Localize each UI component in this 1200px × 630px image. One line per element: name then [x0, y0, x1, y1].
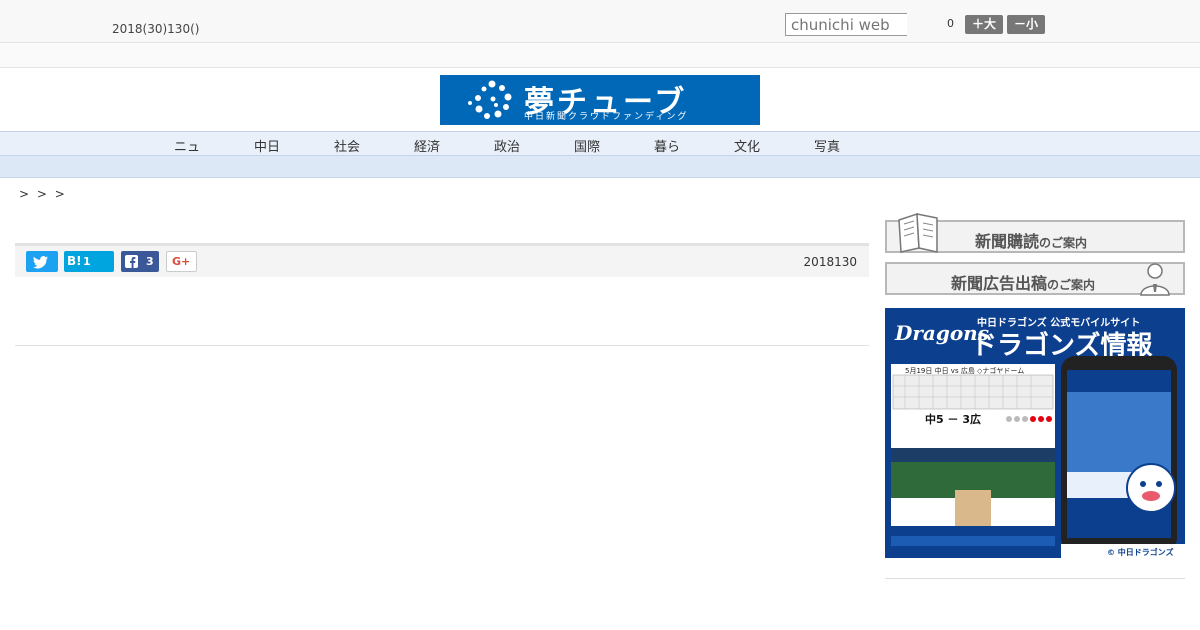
google-plus-share-button[interactable]: G+ — [166, 251, 197, 272]
twitter-icon — [33, 256, 48, 269]
search-input[interactable] — [785, 13, 907, 36]
dragons-copyright: © 中日ドラゴンズ — [1107, 547, 1174, 557]
current-date: 2018(30)130() — [112, 22, 200, 36]
newspaper-icon — [898, 212, 938, 253]
nav-item[interactable]: 中日 — [247, 136, 287, 155]
game-score: 中5 － 3広 — [925, 412, 981, 426]
font-size-decrease-button[interactable]: －小 — [1007, 15, 1045, 34]
dots-logo-icon — [468, 80, 512, 119]
share-bar: B! 1 3 G+ 2018130 — [15, 243, 869, 277]
subscription-guide-button[interactable]: 新聞購読のご案内 — [885, 212, 1185, 253]
game-info: 5月19日 中日 vs 広島 ◇ナゴヤドーム — [905, 366, 1024, 375]
dragons-ad-graphic: Dragons 中日ドラゴンズ 公式モバイルサイト ドラゴンズ情報 5月19日 … — [885, 308, 1185, 558]
top-utility-bar: 2018(30)130() 0 ＋大 －小 — [0, 0, 1200, 43]
advertising-guide-button[interactable]: 新聞広告出稿のご案内 — [885, 262, 1185, 296]
nav-item[interactable]: ニュ — [167, 136, 207, 155]
content-divider — [15, 345, 869, 346]
nav-item[interactable]: 暮ら — [647, 136, 687, 155]
hatena-label: B! — [67, 254, 82, 268]
nav-item[interactable]: 社会 — [327, 136, 367, 155]
google-plus-icon: G+ — [172, 255, 191, 268]
font-size-increase-button[interactable]: ＋大 — [965, 15, 1003, 34]
publish-date: 2018130 — [803, 255, 857, 269]
twitter-share-button[interactable] — [26, 251, 58, 272]
nav-item[interactable]: 経済 — [407, 136, 447, 155]
nav-item[interactable]: 国際 — [567, 136, 607, 155]
font-size-count: 0 — [947, 17, 954, 30]
facebook-icon — [125, 255, 138, 268]
subscription-label: 新聞購読のご案内 — [975, 232, 1088, 251]
header-strip — [0, 43, 1200, 68]
nav-item[interactable]: 政治 — [487, 136, 527, 155]
facebook-share-button[interactable]: 3 — [121, 251, 159, 272]
nav-item[interactable]: 文化 — [727, 136, 767, 155]
breadcrumb: > > > — [19, 187, 67, 201]
hatena-bookmark-button[interactable]: B! 1 — [64, 251, 114, 272]
hatena-count: 1 — [83, 255, 91, 268]
dragons-mobile-site-ad[interactable]: Dragons 中日ドラゴンズ 公式モバイルサイト ドラゴンズ情報 5月19日 … — [885, 308, 1185, 558]
nav-item[interactable]: 写真 — [807, 136, 847, 155]
facebook-count: 3 — [146, 255, 154, 268]
advertising-label: 新聞広告出稿のご案内 — [951, 274, 1096, 293]
yume-tube-banner[interactable]: 夢チューブ 中日新聞クラウドファンディング — [440, 75, 760, 125]
sidebar-divider — [885, 578, 1185, 579]
banner-subtitle: 中日新聞クラウドファンディング — [524, 112, 689, 122]
sub-nav — [0, 156, 1200, 178]
main-nav: ニュ 中日 社会 経済 政治 国際 暮ら 文化 写真 — [0, 131, 1200, 156]
dragons-caption: 中日ドラゴンズ 公式モバイルサイト — [977, 316, 1140, 329]
person-icon — [1140, 263, 1170, 296]
